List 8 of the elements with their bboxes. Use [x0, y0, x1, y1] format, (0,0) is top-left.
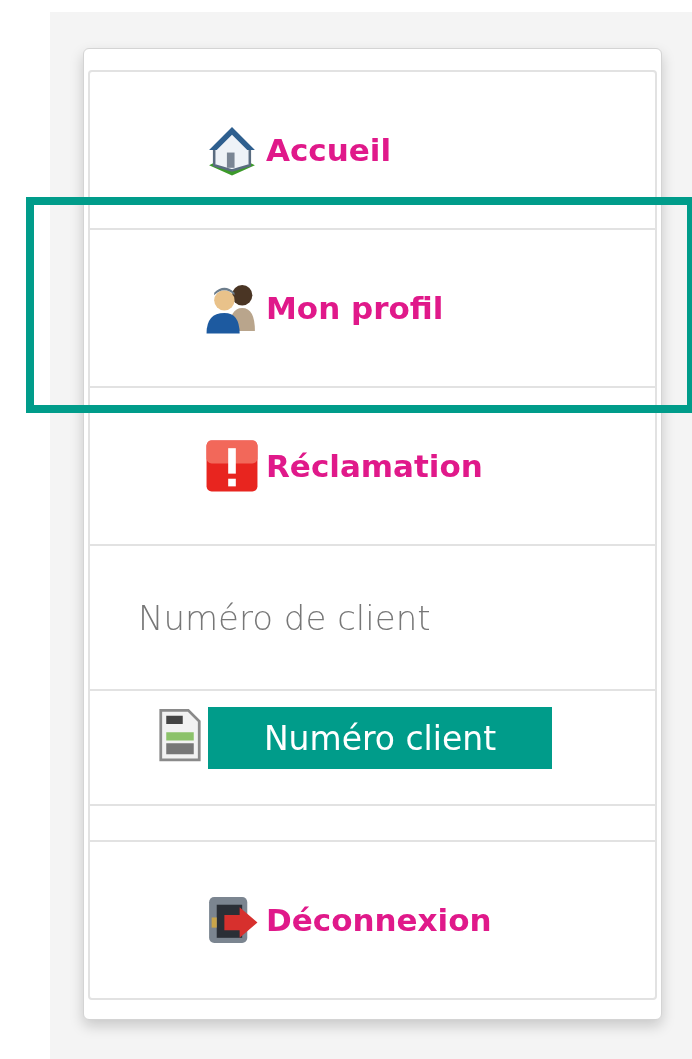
menu-link[interactable]: Déconnexion: [204, 892, 492, 948]
menu-link[interactable]: Mon profil: [204, 280, 444, 336]
field-label: Numéro de client: [138, 597, 431, 638]
menu-link[interactable]: Réclamation: [204, 438, 483, 494]
menu-link[interactable]: Accueil: [204, 122, 392, 178]
client-number-field[interactable]: Numéro client: [208, 707, 552, 769]
alert-icon: [204, 438, 260, 494]
form-document-icon: [158, 707, 202, 763]
